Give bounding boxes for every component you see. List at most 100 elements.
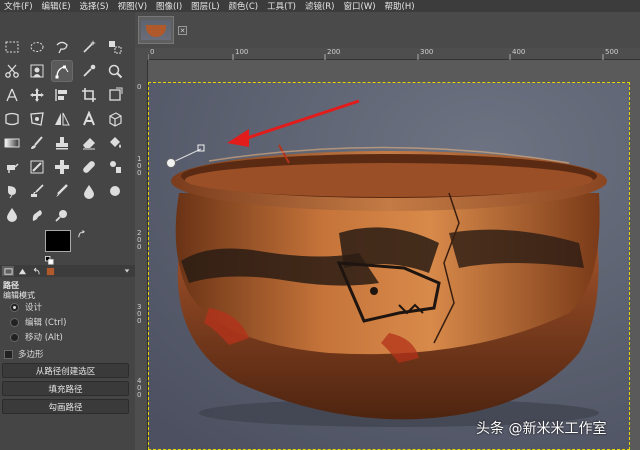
- unified-transform-tool[interactable]: [104, 84, 126, 106]
- text-tool[interactable]: [78, 108, 100, 130]
- drop-icon: [84, 185, 94, 199]
- move-tool[interactable]: [26, 84, 48, 106]
- ellipse-select-icon: [30, 42, 44, 52]
- cage-transform-tool[interactable]: [26, 108, 48, 130]
- ruler-h-label: 300: [420, 48, 434, 56]
- align-tool[interactable]: [51, 84, 73, 106]
- clone-perspective-tool[interactable]: [78, 180, 100, 202]
- vertical-ruler[interactable]: 0 100 200 300 400: [135, 60, 148, 450]
- polygon-option[interactable]: 多边形: [4, 348, 44, 360]
- menu-image[interactable]: 图像(I): [156, 0, 182, 12]
- image-layer[interactable]: [148, 82, 630, 450]
- dock-tab-strip: [0, 265, 135, 277]
- device-icon: [18, 268, 26, 274]
- mode-edit-option[interactable]: 编辑 (Ctrl): [10, 316, 66, 328]
- tool-options-tab[interactable]: [2, 266, 14, 276]
- path-tool[interactable]: [51, 60, 73, 82]
- airbrush-tool[interactable]: [1, 156, 23, 178]
- image-canvas-area[interactable]: [148, 60, 640, 450]
- watermark-text: 头条 @新米米工作室: [476, 421, 607, 437]
- close-icon[interactable]: ✕: [178, 26, 187, 35]
- mode-edit-radio[interactable]: [10, 317, 19, 327]
- select-by-color-tool[interactable]: [104, 36, 126, 58]
- zoom-tool[interactable]: [104, 60, 126, 82]
- tool-options-icon: [3, 267, 13, 275]
- device-status-tab[interactable]: [16, 266, 28, 276]
- paintbrush-tool[interactable]: [26, 132, 48, 154]
- undo-history-tab[interactable]: [30, 266, 42, 276]
- fuzzy-select-tool[interactable]: [78, 36, 100, 58]
- 3d-transform-tool[interactable]: [104, 108, 126, 130]
- transform-icon: [109, 87, 123, 101]
- dodge-tool[interactable]: [51, 204, 73, 226]
- bucket-icon: [110, 137, 121, 148]
- pencil-tool[interactable]: [51, 180, 73, 202]
- pottery-bowl-photo: [149, 83, 629, 449]
- rect-select-tool[interactable]: [1, 36, 23, 58]
- color-picker-tool[interactable]: [78, 60, 100, 82]
- horizontal-ruler[interactable]: 0 100 200 300 400 500: [148, 48, 640, 60]
- waterdrop-icon: [7, 208, 17, 222]
- scissors-select-tool[interactable]: [1, 60, 23, 82]
- fill-path-button[interactable]: 填充路径: [2, 381, 129, 396]
- thumbnail-preview: [141, 20, 171, 40]
- images-tab[interactable]: [44, 266, 56, 276]
- image-icon: [46, 267, 54, 275]
- heal-tool[interactable]: [51, 156, 73, 178]
- menu-tools[interactable]: 工具(T): [267, 0, 296, 12]
- polygon-checkbox[interactable]: [4, 349, 13, 359]
- warp-transform-tool[interactable]: [1, 108, 23, 130]
- crop-tool[interactable]: [78, 84, 100, 106]
- mode-move-radio[interactable]: [10, 332, 19, 342]
- bucket-fill-tool[interactable]: [104, 132, 126, 154]
- dodge-burn-icon: [110, 161, 121, 173]
- default-colors-icon[interactable]: [45, 256, 54, 265]
- blur-tool[interactable]: [104, 180, 126, 202]
- gradient-icon: [4, 138, 20, 148]
- gradient-tool[interactable]: [1, 132, 23, 154]
- stroke-path-button[interactable]: 勾画路径: [2, 399, 129, 414]
- clone-tool[interactable]: [51, 132, 73, 154]
- smudge-finger-tool[interactable]: [26, 204, 48, 226]
- smudge-tool[interactable]: [26, 156, 48, 178]
- selection-from-path-button[interactable]: 从路径创建选区: [2, 363, 129, 378]
- menu-windows[interactable]: 窗口(W): [344, 0, 376, 12]
- bandage-tool[interactable]: [78, 156, 100, 178]
- cage-icon: [30, 112, 44, 126]
- image-tab-thumbnail[interactable]: [138, 16, 174, 44]
- menu-layer[interactable]: 图层(L): [191, 0, 219, 12]
- menu-select[interactable]: 选择(S): [80, 0, 109, 12]
- measure-tool[interactable]: [1, 84, 23, 106]
- path-anchor-point[interactable]: [166, 158, 176, 168]
- mypaint-brush-tool[interactable]: [26, 180, 48, 202]
- text-icon: [83, 111, 95, 126]
- menu-filters[interactable]: 滤镜(R): [305, 0, 335, 12]
- blur-icon: [110, 186, 120, 196]
- menu-file[interactable]: 文件(F): [4, 0, 33, 12]
- foreground-select-icon: [30, 64, 44, 78]
- menu-edit[interactable]: 编辑(E): [42, 0, 71, 12]
- mode-move-label: 移动 (Alt): [25, 333, 63, 343]
- flip-tool[interactable]: [51, 108, 73, 130]
- swap-colors-icon[interactable]: [77, 230, 86, 239]
- mode-design-radio[interactable]: [10, 302, 19, 312]
- foreground-color-swatch[interactable]: [45, 230, 71, 252]
- heal-icon: [55, 160, 69, 174]
- finger-icon: [32, 210, 42, 221]
- dodge-burn-tool[interactable]: [104, 156, 126, 178]
- menu-help[interactable]: 帮助(H): [385, 0, 415, 12]
- eraser-tool[interactable]: [78, 132, 100, 154]
- menu-colors[interactable]: 颜色(C): [229, 0, 259, 12]
- ink-tool[interactable]: [1, 180, 23, 202]
- polygon-label: 多边形: [18, 350, 44, 360]
- waterdrop-tool[interactable]: [1, 204, 23, 226]
- mode-design-option[interactable]: 设计: [10, 301, 42, 313]
- free-select-tool[interactable]: [51, 36, 73, 58]
- menu-view[interactable]: 视图(V): [118, 0, 147, 12]
- dodge-icon: [55, 210, 67, 222]
- foreground-select-tool[interactable]: [26, 60, 48, 82]
- dock-menu-icon[interactable]: [123, 267, 131, 275]
- mode-move-option[interactable]: 移动 (Alt): [10, 331, 63, 343]
- ruler-v-label: 100: [137, 155, 142, 177]
- ellipse-select-tool[interactable]: [26, 36, 48, 58]
